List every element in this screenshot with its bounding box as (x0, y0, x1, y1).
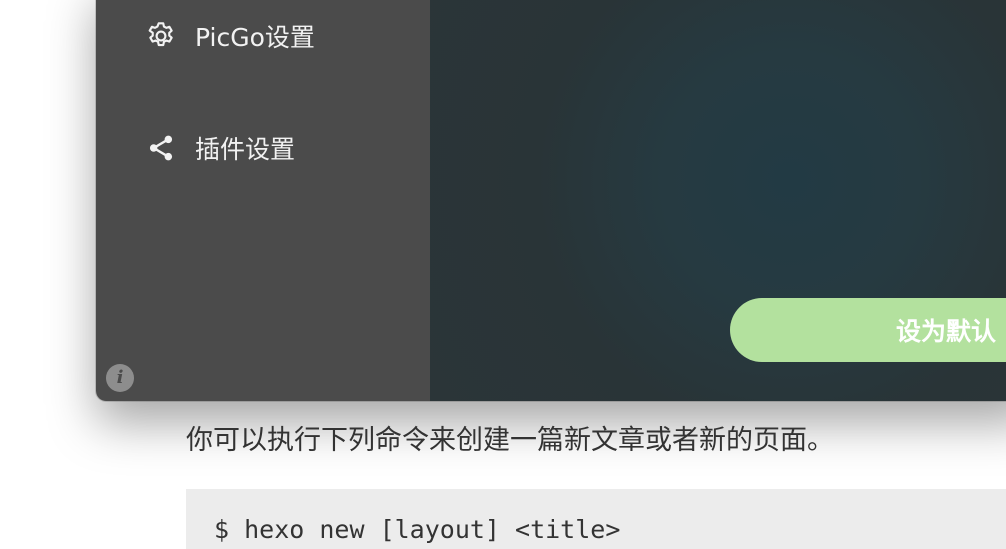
picgo-window: PicGo设置 插件设置 i 设为默认 (96, 0, 1006, 401)
sidebar: PicGo设置 插件设置 i (96, 0, 430, 401)
document-paragraph: 你可以执行下列命令来创建一篇新文章或者新的页面。 (186, 425, 834, 456)
share-icon (144, 131, 178, 165)
sidebar-item-label: 插件设置 (195, 135, 296, 164)
main-content: 设为默认 (430, 0, 1006, 401)
sidebar-item-label: PicGo设置 (195, 23, 315, 52)
info-icon[interactable]: i (106, 364, 134, 392)
set-default-button-label: 设为默认 (896, 317, 997, 346)
code-block: $ hexo new [layout] <title> (186, 489, 1006, 549)
gear-icon (144, 19, 178, 53)
code-line: $ hexo new [layout] <title> (214, 515, 621, 544)
set-default-button[interactable]: 设为默认 (730, 298, 1006, 362)
sidebar-item-picgo-settings[interactable]: PicGo设置 (144, 18, 315, 54)
sidebar-item-plugin-settings[interactable]: 插件设置 (144, 130, 295, 166)
